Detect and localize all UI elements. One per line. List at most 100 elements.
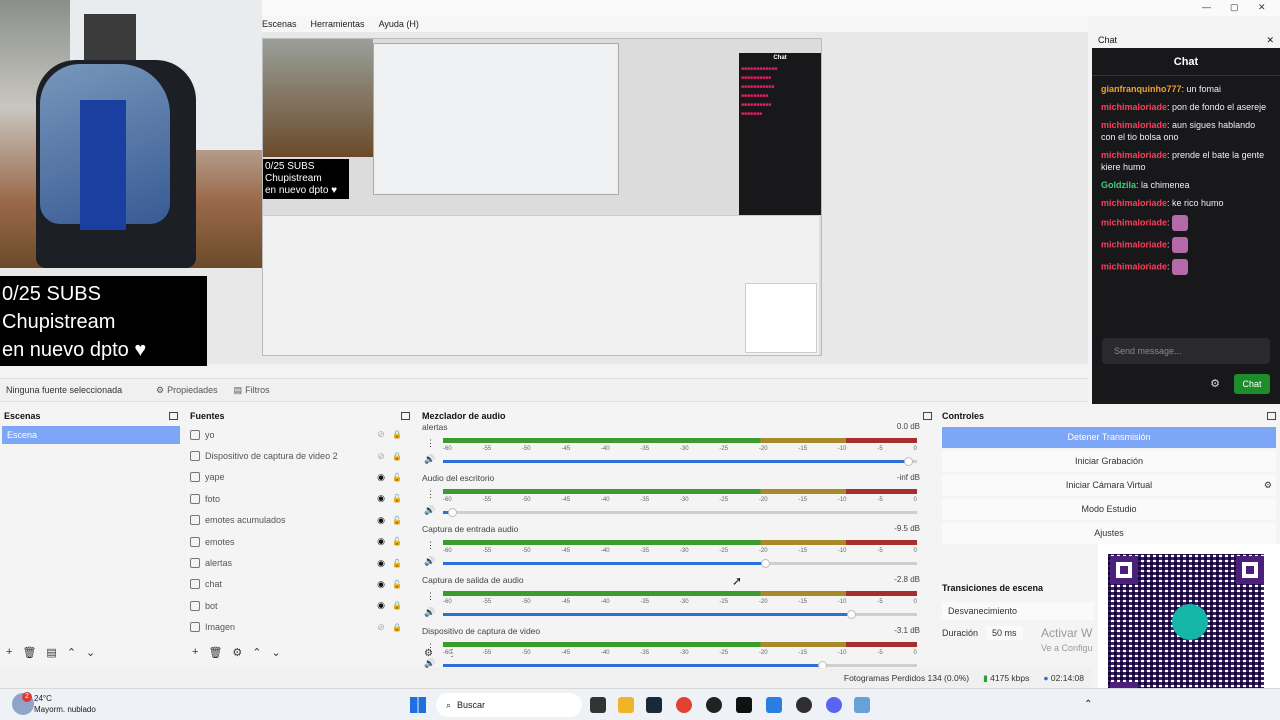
unlock-icon[interactable]: 🔓: [392, 494, 402, 503]
lock-icon[interactable]: 🔒: [392, 430, 402, 439]
add-icon[interactable]: +: [192, 646, 198, 659]
stop-stream-button[interactable]: Detener Transmisión: [942, 427, 1276, 448]
unlock-icon[interactable]: 🔓: [392, 559, 402, 568]
source-item[interactable]: yo ⊘ 🔒: [186, 424, 414, 445]
chat-username[interactable]: michimaloriade: [1101, 261, 1167, 271]
chat-input[interactable]: Send message...: [1102, 338, 1270, 364]
gear-icon[interactable]: ⚙: [1264, 475, 1272, 496]
menu-scenes[interactable]: Escenas: [262, 19, 297, 29]
eye-icon[interactable]: ◉: [376, 472, 386, 483]
source-item[interactable]: emotes acumulados ◉ 🔓: [186, 510, 414, 531]
folder-icon[interactable]: [618, 697, 634, 713]
app-icon[interactable]: [706, 697, 722, 713]
start-recording-button[interactable]: Iniciar Grabación: [942, 451, 1276, 472]
eye-icon[interactable]: ◉: [376, 493, 386, 504]
notes-icon[interactable]: [766, 697, 782, 713]
speaker-icon[interactable]: 🔊: [424, 607, 435, 618]
eye-icon[interactable]: ◉: [376, 515, 386, 526]
duration-input[interactable]: 50 ms: [986, 626, 1023, 640]
eye-icon[interactable]: ◉: [376, 536, 386, 547]
volume-knob[interactable]: [846, 610, 856, 619]
source-item[interactable]: chat ◉ 🔓: [186, 574, 414, 595]
discord-icon[interactable]: [826, 697, 842, 713]
gear-icon[interactable]: ⚙: [1210, 377, 1220, 390]
filter-icon[interactable]: ▤: [46, 646, 56, 659]
lock-icon[interactable]: 🔒: [392, 601, 402, 610]
unlock-icon[interactable]: 🔓: [392, 580, 402, 589]
undock-icon[interactable]: [1267, 412, 1276, 420]
source-item[interactable]: emotes ◉ 🔓: [186, 531, 414, 552]
menu-help[interactable]: Ayuda (H): [379, 19, 419, 29]
webcam-source[interactable]: [0, 0, 262, 268]
eye-icon[interactable]: ◉: [376, 579, 386, 590]
undock-icon[interactable]: [401, 412, 410, 420]
scene-item[interactable]: Escena: [2, 426, 180, 444]
menu-icon[interactable]: ⋮: [426, 438, 435, 449]
chat-username[interactable]: michimaloriade: [1101, 239, 1167, 249]
menu-icon[interactable]: ⋮: [426, 489, 435, 500]
volume-knob[interactable]: [448, 508, 458, 517]
source-item[interactable]: Dispositivo de captura de video 2 ⊘ 🔒: [186, 445, 414, 466]
gear-icon[interactable]: ⚙: [424, 648, 433, 659]
filters-button[interactable]: ▤ Filtros: [228, 383, 276, 398]
trash-icon[interactable]: 🗑: [22, 646, 36, 659]
up-icon[interactable]: ⌃: [67, 646, 76, 659]
chat-send-button[interactable]: Chat: [1234, 374, 1270, 394]
source-item[interactable]: yape ◉ 🔓: [186, 467, 414, 488]
unlock-icon[interactable]: 🔓: [392, 537, 402, 546]
lock-icon[interactable]: 🔒: [392, 452, 402, 461]
virtual-camera-button[interactable]: Iniciar Cámara Virtual ⚙: [942, 475, 1276, 496]
chat-username[interactable]: michimaloriade: [1101, 102, 1167, 112]
chat-username[interactable]: Goldzila: [1101, 180, 1136, 190]
volume-slider[interactable]: [443, 457, 917, 466]
chat-username[interactable]: gianfranquinho777: [1101, 84, 1182, 94]
menu-icon[interactable]: ⋮: [426, 591, 435, 602]
menu-icon[interactable]: ⋮: [426, 540, 435, 551]
gear-icon[interactable]: ⚙: [232, 646, 242, 659]
menu-tools[interactable]: Herramientas: [311, 19, 365, 29]
eye-hidden-icon[interactable]: ⊘: [376, 429, 386, 440]
down-icon[interactable]: ⌄: [272, 646, 281, 659]
screen-capture-source[interactable]: 0/25 SUBS Chupistream en nuevo dpto ♥ Ch…: [262, 38, 822, 356]
steam-icon[interactable]: [646, 697, 662, 713]
source-item[interactable]: Imagen ⊘ 🔒: [186, 617, 414, 638]
subs-overlay[interactable]: 0/25 SUBS Chupistream en nuevo dpto ♥: [0, 276, 207, 366]
close-icon[interactable]: ✕: [1266, 35, 1274, 46]
eye-icon[interactable]: ◉: [376, 600, 386, 611]
taskview-icon[interactable]: [590, 697, 606, 713]
eye-hidden-icon[interactable]: ⊘: [376, 622, 386, 633]
chrome-icon[interactable]: [676, 697, 692, 713]
windows-start-icon[interactable]: [410, 697, 426, 713]
settings-button[interactable]: Ajustes: [942, 523, 1276, 544]
source-item[interactable]: alertas ◉ 🔓: [186, 552, 414, 573]
speaker-icon[interactable]: 🔊: [424, 505, 435, 516]
volume-knob[interactable]: [761, 559, 771, 568]
properties-button[interactable]: ⚙ Propiedades: [150, 383, 224, 398]
volume-slider[interactable]: [443, 559, 917, 568]
studio-mode-button[interactable]: Modo Estudio: [942, 499, 1276, 520]
undock-icon[interactable]: [169, 412, 178, 420]
down-icon[interactable]: ⌄: [86, 646, 95, 659]
undock-icon[interactable]: [923, 412, 932, 420]
eye-icon[interactable]: ◉: [376, 558, 386, 569]
volume-knob[interactable]: [903, 457, 913, 466]
volume-slider[interactable]: [443, 610, 917, 619]
close-icon[interactable]: ✕: [1258, 2, 1266, 13]
lock-icon[interactable]: 🔒: [392, 623, 402, 632]
chat-username[interactable]: michimaloriade: [1101, 217, 1167, 227]
unlock-icon[interactable]: 🔓: [392, 473, 402, 482]
transition-select[interactable]: Desvanecimiento: [942, 602, 1094, 620]
chat-username[interactable]: michimaloriade: [1101, 120, 1167, 130]
speaker-icon[interactable]: 🔊: [424, 454, 435, 465]
add-icon[interactable]: +: [6, 646, 12, 659]
source-item[interactable]: bot ◉ 🔒: [186, 595, 414, 616]
eye-hidden-icon[interactable]: ⊘: [376, 451, 386, 462]
obs-icon[interactable]: [796, 697, 812, 713]
speaker-icon[interactable]: 🔊: [424, 556, 435, 567]
maximize-icon[interactable]: ▢: [1230, 2, 1239, 13]
up-icon[interactable]: ⌃: [252, 646, 261, 659]
epic-icon[interactable]: [736, 697, 752, 713]
volume-slider[interactable]: [443, 661, 917, 670]
app2-icon[interactable]: [854, 697, 870, 713]
source-item[interactable]: foto ◉ 🔓: [186, 488, 414, 509]
